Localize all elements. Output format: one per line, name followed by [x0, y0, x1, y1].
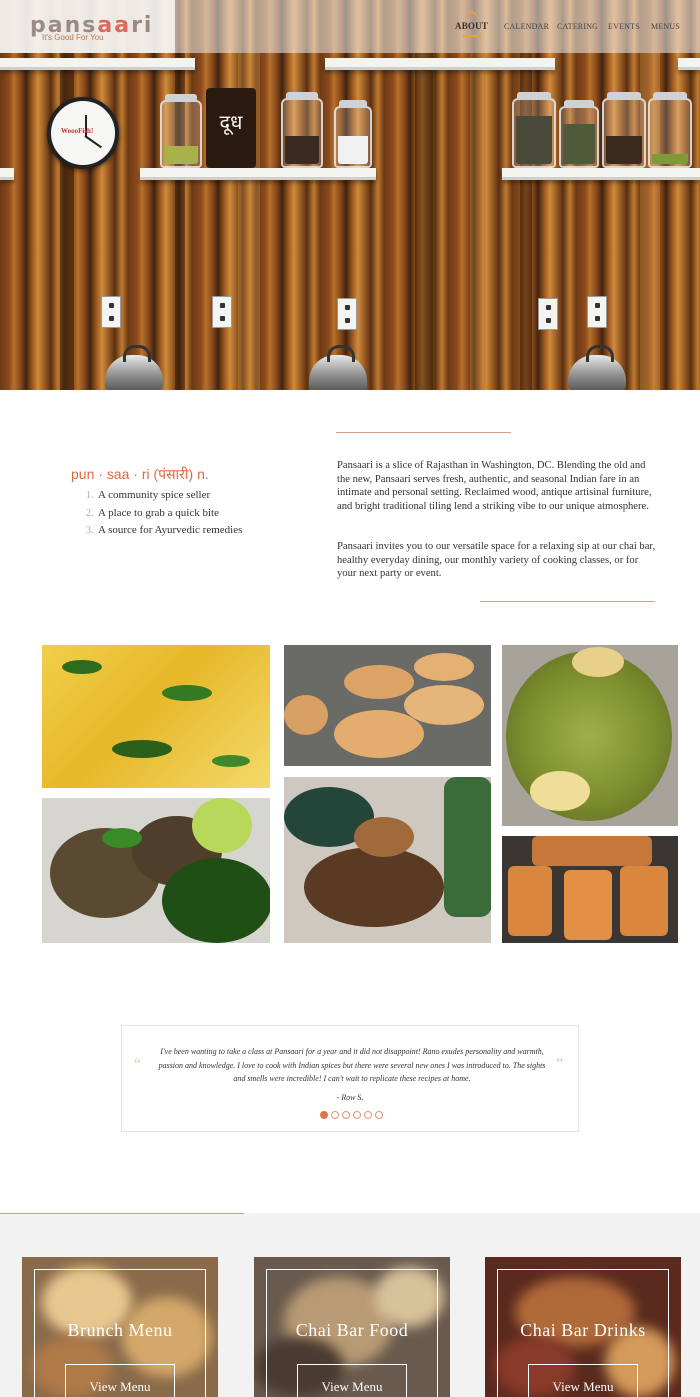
definition-list: 1. A community spice seller 2. A place to … [86, 489, 242, 542]
nav-about[interactable]: ABOUT [455, 21, 488, 31]
photo-spices[interactable] [284, 777, 491, 943]
nav-calendar[interactable]: CALENDAR [504, 22, 549, 31]
menu-card-title: Brunch Menu [67, 1320, 173, 1340]
nav-active-underline [463, 35, 481, 37]
close-quote-icon: ” [556, 1056, 564, 1073]
nav-events[interactable]: EVENTS [608, 22, 640, 31]
photo-poha[interactable] [502, 645, 678, 826]
milk-jug: दूध [206, 88, 256, 168]
slider-dot-2[interactable] [331, 1111, 339, 1119]
photo-dhokla[interactable] [42, 645, 270, 788]
menu-card-chai-bar-food[interactable]: Chai Bar Food View Menu [254, 1257, 450, 1397]
home-icon [465, 10, 479, 18]
view-brunch-menu-button[interactable]: View Menu [65, 1364, 175, 1397]
nav-menus[interactable]: MENUS [651, 22, 680, 31]
wall-clock: WoooFish! [47, 97, 119, 169]
slider-dot-1[interactable] [320, 1111, 328, 1119]
top-navigation-bar: pansaari It's Good For You ABOUT CALENDA… [0, 0, 700, 53]
photo-chai[interactable] [502, 836, 678, 943]
photo-kebabs[interactable] [42, 798, 270, 943]
slider-dot-5[interactable] [364, 1111, 372, 1119]
testimonial-author: - Row S. [336, 1093, 364, 1102]
photo-buns[interactable] [284, 645, 491, 766]
testimonial-quote: I've been wanting to take a class at Pan… [158, 1047, 546, 1083]
open-quote-icon: “ [134, 1056, 142, 1073]
hero-image: दूध WoooFish! [0, 0, 700, 390]
slider-dot-6[interactable] [375, 1111, 383, 1119]
definition-item: 3. A source for Ayurvedic remedies [86, 524, 243, 536]
menus-divider [0, 1213, 244, 1214]
about-paragraph-1: Pansaari is a slice of Rajasthan in Wash… [337, 460, 652, 512]
logo-container[interactable]: pansaari It's Good For You [0, 0, 175, 53]
definition-item: 1. A community spice seller [86, 489, 211, 501]
divider-top [336, 432, 511, 433]
divider-bottom [480, 601, 655, 602]
slider-dot-4[interactable] [353, 1111, 361, 1119]
menu-card-title: Chai Bar Drinks [520, 1320, 646, 1340]
view-chai-bar-drinks-button[interactable]: View Menu [528, 1364, 638, 1397]
menu-card-brunch[interactable]: Brunch Menu View Menu [22, 1257, 218, 1397]
menu-card-title: Chai Bar Food [295, 1320, 409, 1340]
menu-card-chai-bar-drinks[interactable]: Chai Bar Drinks View Menu [485, 1257, 681, 1397]
view-chai-bar-food-button[interactable]: View Menu [297, 1364, 407, 1397]
nav-catering[interactable]: CATERING [557, 22, 598, 31]
testimonial-slider: “ ” I've been wanting to take a class at… [121, 1025, 579, 1132]
tagline: It's Good For You [42, 33, 104, 42]
slider-dot-3[interactable] [342, 1111, 350, 1119]
definition-item: 2. A place to grab a quick bite [86, 506, 219, 519]
about-paragraph-2: Pansaari invites you to our versatile sp… [337, 541, 656, 580]
pronunciation-heading: pun · saa · ri (पंसारी) n. [71, 466, 209, 482]
